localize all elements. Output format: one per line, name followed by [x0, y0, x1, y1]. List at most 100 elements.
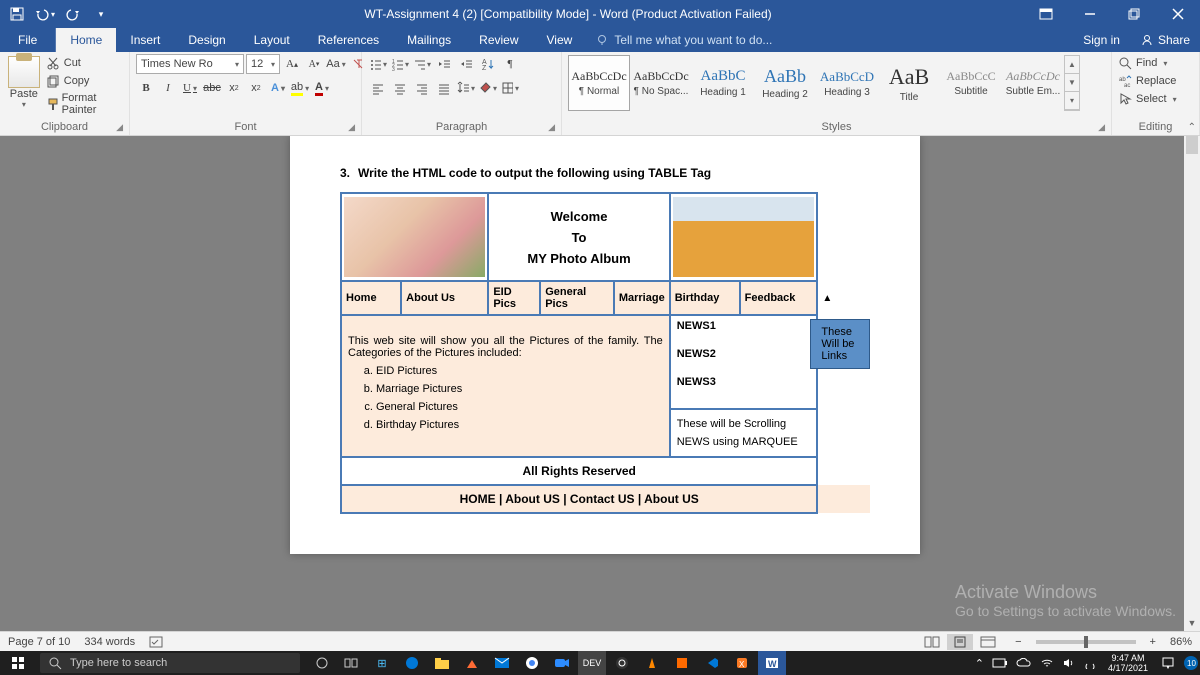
- tab-mailings[interactable]: Mailings: [393, 28, 465, 52]
- word-count[interactable]: 334 words: [84, 636, 135, 648]
- word-icon[interactable]: W: [758, 651, 786, 675]
- notifications-icon[interactable]: [1154, 651, 1182, 675]
- onedrive-icon[interactable]: [1016, 658, 1032, 668]
- borders-icon[interactable]: ▾: [500, 78, 520, 98]
- bold-button[interactable]: B: [136, 78, 156, 98]
- show-hide-icon[interactable]: ¶: [500, 54, 520, 74]
- zoom-level[interactable]: 86%: [1170, 636, 1192, 648]
- tab-design[interactable]: Design: [174, 28, 239, 52]
- cut-button[interactable]: Cut: [46, 54, 123, 72]
- qat-customize-icon[interactable]: ▾: [90, 3, 112, 25]
- underline-button[interactable]: U▾: [180, 78, 200, 98]
- minimize-icon[interactable]: [1068, 0, 1112, 28]
- share-button[interactable]: Share: [1130, 28, 1200, 52]
- dialog-launcher-icon[interactable]: ◢: [1098, 122, 1105, 133]
- paste-button[interactable]: Paste ▾: [6, 54, 42, 109]
- tab-view[interactable]: View: [533, 28, 587, 52]
- font-color-icon[interactable]: A▾: [312, 78, 332, 98]
- redo-icon[interactable]: [62, 3, 84, 25]
- explorer-icon[interactable]: [428, 651, 456, 675]
- style-item-heading-1[interactable]: AaBbCHeading 1: [692, 55, 754, 111]
- maximize-icon[interactable]: [1112, 0, 1156, 28]
- subscript-button[interactable]: x2: [224, 78, 244, 98]
- tab-review[interactable]: Review: [465, 28, 532, 52]
- print-layout-icon[interactable]: [947, 634, 973, 650]
- document-page[interactable]: 3.Write the HTML code to output the foll…: [290, 136, 920, 554]
- highlight-color-icon[interactable]: ab▾: [290, 78, 310, 98]
- vertical-scrollbar[interactable]: ▲ ▼: [1184, 136, 1200, 631]
- close-icon[interactable]: [1156, 0, 1200, 28]
- zoom-slider[interactable]: [1036, 640, 1136, 644]
- app-icon[interactable]: [668, 651, 696, 675]
- copy-button[interactable]: Copy: [46, 72, 123, 90]
- style-item-subtitle[interactable]: AaBbCcCSubtitle: [940, 55, 1002, 111]
- multilevel-list-icon[interactable]: ▾: [412, 54, 432, 74]
- volume-icon[interactable]: [1062, 657, 1076, 669]
- italic-button[interactable]: I: [158, 78, 178, 98]
- undo-icon[interactable]: ▾: [34, 3, 56, 25]
- save-icon[interactable]: [6, 3, 28, 25]
- decrease-indent-icon[interactable]: [434, 54, 454, 74]
- zoom-in-icon[interactable]: +: [1150, 636, 1156, 648]
- scrollbar-thumb[interactable]: [1186, 136, 1198, 154]
- edge-icon[interactable]: [398, 651, 426, 675]
- start-button[interactable]: [0, 651, 36, 675]
- tray-chevron-icon[interactable]: ⌃: [975, 657, 984, 670]
- ribbon-display-icon[interactable]: [1024, 0, 1068, 28]
- tab-references[interactable]: References: [304, 28, 393, 52]
- spelling-icon[interactable]: [149, 635, 165, 649]
- font-size-combo[interactable]: 12▾: [246, 54, 280, 74]
- app-icon[interactable]: DEV: [578, 651, 606, 675]
- tab-layout[interactable]: Layout: [240, 28, 304, 52]
- obs-icon[interactable]: [608, 651, 636, 675]
- superscript-button[interactable]: x2: [246, 78, 266, 98]
- tell-me-search[interactable]: Tell me what you want to do...: [586, 28, 772, 52]
- align-right-icon[interactable]: [412, 78, 432, 98]
- taskbar-search[interactable]: Type here to search: [40, 653, 300, 673]
- font-name-combo[interactable]: Times New Ro▾: [136, 54, 244, 74]
- badge-count[interactable]: 10: [1182, 651, 1200, 675]
- dialog-launcher-icon[interactable]: ◢: [548, 122, 555, 133]
- change-case-icon[interactable]: Aa▾: [326, 54, 346, 74]
- style-item---normal[interactable]: AaBbCcDc¶ Normal: [568, 55, 630, 111]
- shrink-font-icon[interactable]: A▾: [304, 54, 324, 74]
- app-icon[interactable]: ⊞: [368, 651, 396, 675]
- wifi-icon[interactable]: [1040, 657, 1054, 669]
- find-button[interactable]: Find▾: [1118, 54, 1177, 72]
- style-item---no-spac---[interactable]: AaBbCcDc¶ No Spac...: [630, 55, 692, 111]
- justify-icon[interactable]: [434, 78, 454, 98]
- grow-font-icon[interactable]: A▴: [282, 54, 302, 74]
- style-item-title[interactable]: AaBTitle: [878, 55, 940, 111]
- mail-icon[interactable]: [488, 651, 516, 675]
- sign-in-link[interactable]: Sign in: [1073, 28, 1130, 52]
- styles-scroll[interactable]: ▲▼▾: [1064, 55, 1080, 111]
- align-center-icon[interactable]: [390, 78, 410, 98]
- tab-file[interactable]: File: [0, 28, 56, 52]
- line-spacing-icon[interactable]: ▾: [456, 78, 476, 98]
- strikethrough-button[interactable]: abc: [202, 78, 222, 98]
- sort-icon[interactable]: AZ: [478, 54, 498, 74]
- bullets-icon[interactable]: ▾: [368, 54, 388, 74]
- select-button[interactable]: Select▾: [1118, 90, 1177, 108]
- dialog-launcher-icon[interactable]: ◢: [116, 122, 123, 133]
- numbering-icon[interactable]: 123▾: [390, 54, 410, 74]
- chrome-icon[interactable]: [518, 651, 546, 675]
- battery-icon[interactable]: [992, 658, 1008, 668]
- web-layout-icon[interactable]: [975, 634, 1001, 650]
- tab-insert[interactable]: Insert: [116, 28, 174, 52]
- zoom-out-icon[interactable]: −: [1015, 636, 1021, 648]
- vlc-icon[interactable]: [638, 651, 666, 675]
- xampp-icon[interactable]: X: [728, 651, 756, 675]
- style-item-heading-3[interactable]: AaBbCcDHeading 3: [816, 55, 878, 111]
- scroll-down-icon[interactable]: ▼: [1184, 615, 1200, 631]
- replace-button[interactable]: abacReplace: [1118, 72, 1177, 90]
- tab-home[interactable]: Home: [56, 28, 116, 52]
- vscode-icon[interactable]: [698, 651, 726, 675]
- style-item-subtle-em---[interactable]: AaBbCcDcSubtle Em...: [1002, 55, 1064, 111]
- increase-indent-icon[interactable]: [456, 54, 476, 74]
- cortana-icon[interactable]: [308, 651, 336, 675]
- read-mode-icon[interactable]: [919, 634, 945, 650]
- text-effects-icon[interactable]: A▾: [268, 78, 288, 98]
- power-icon[interactable]: [1084, 657, 1096, 669]
- taskbar-clock[interactable]: 9:47 AM 4/17/2021: [1102, 653, 1154, 673]
